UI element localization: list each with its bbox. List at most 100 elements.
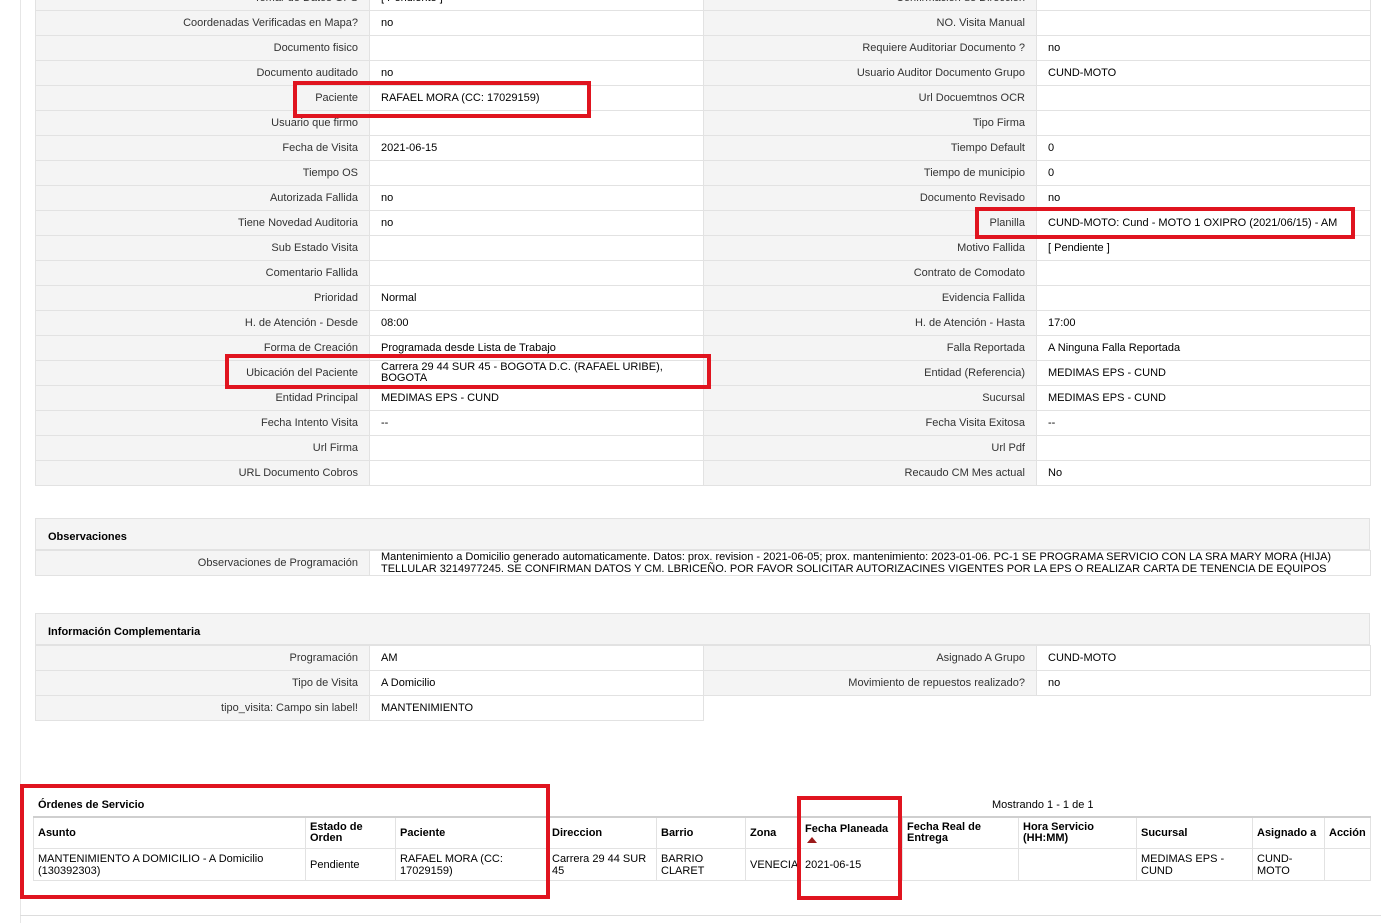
field-value: 0 bbox=[1036, 135, 1371, 161]
col-header-paciente[interactable]: Paciente bbox=[395, 816, 548, 849]
field-value bbox=[1036, 435, 1371, 461]
field-value: 0 bbox=[1036, 160, 1371, 186]
field-value bbox=[369, 260, 704, 286]
detail-row: Ubicación del Paciente Carrera 29 44 SUR … bbox=[35, 360, 1371, 386]
cell-fecha-planeada: 2021-06-15 bbox=[800, 848, 903, 881]
cell-hora bbox=[1018, 848, 1137, 881]
observaciones-title: Observaciones bbox=[35, 518, 1370, 550]
col-header-direccion[interactable]: Direccion bbox=[547, 816, 657, 849]
field-value bbox=[369, 460, 704, 486]
col-header-fecha-real[interactable]: Fecha Real de Entrega bbox=[902, 816, 1019, 849]
field-value: A Ninguna Falla Reportada bbox=[1036, 335, 1371, 361]
col-header-asignado[interactable]: Asignado a bbox=[1252, 816, 1325, 849]
field-label: H. de Atención - Hasta bbox=[703, 310, 1037, 336]
detail-row: Entidad Principal MEDIMAS EPS - CUND Sucur… bbox=[35, 385, 1371, 411]
field-label: Requiere Auditoriar Documento ? bbox=[703, 35, 1037, 61]
field-value bbox=[369, 35, 704, 61]
field-value bbox=[1036, 0, 1371, 11]
info-complementaria-title: Información Complementaria bbox=[35, 613, 1370, 645]
ordenes-title: Órdenes de Servicio bbox=[38, 799, 145, 811]
detail-row: Usuario que firmo Tipo Firma bbox=[35, 110, 1371, 136]
field-value bbox=[369, 235, 704, 261]
field-label: NO. Visita Manual bbox=[703, 10, 1037, 36]
detail-row: Fecha Intento Visita -- Fecha Visita Exito… bbox=[35, 410, 1371, 436]
field-label: tipo_visita: Campo sin label! bbox=[35, 695, 370, 721]
detail-row: Paciente RAFAEL MORA (CC: 17029159) Url Do… bbox=[35, 85, 1371, 111]
field-label: Entidad (Referencia) bbox=[703, 360, 1037, 386]
field-label: Url Docuemtnos OCR bbox=[703, 85, 1037, 111]
detail-row: Autorizada Fallida no Documento Revisado no bbox=[35, 185, 1371, 211]
bottom-divider bbox=[20, 915, 1381, 916]
col-header-barrio[interactable]: Barrio bbox=[656, 816, 746, 849]
field-value: CUND-MOTO bbox=[1036, 645, 1371, 671]
field-value: Programada desde Lista de Trabajo bbox=[369, 335, 704, 361]
visit-detail-table: Tomar de Datos GPS[ Pendiente ]Confirmac… bbox=[35, 0, 1371, 486]
info-complementaria-section: Información Complementaria Programación … bbox=[35, 613, 1371, 721]
detail-row: Tiempo OS Tiempo de municipio 0 bbox=[35, 160, 1371, 186]
field-value: MANTENIMIENTO bbox=[369, 695, 704, 721]
field-label: Usuario Auditor Documento Grupo bbox=[703, 60, 1037, 86]
field-label: Planilla bbox=[703, 210, 1037, 236]
col-header-asunto[interactable]: Asunto bbox=[33, 816, 306, 849]
cell-paciente: RAFAEL MORA (CC: 17029159) bbox=[395, 848, 548, 881]
table-row[interactable]: MANTENIMIENTO A DOMICILIO - A Domicilio … bbox=[33, 848, 1371, 881]
detail-row: Comentario Fallida Contrato de Comodato bbox=[35, 260, 1371, 286]
field-label: Tipo de Visita bbox=[35, 670, 370, 696]
field-value: A Domicilio bbox=[369, 670, 704, 696]
cell-fecha-real bbox=[902, 848, 1019, 881]
detail-row: H. de Atención - Desde 08:00 H. de Atenció… bbox=[35, 310, 1371, 336]
cell-asignado: CUND-MOTO bbox=[1252, 848, 1325, 881]
field-label: Forma de Creación bbox=[35, 335, 370, 361]
field-value: no bbox=[369, 185, 704, 211]
cell-zona: VENECIA bbox=[745, 848, 801, 881]
empty-cell bbox=[703, 695, 1037, 721]
field-value bbox=[369, 110, 704, 136]
col-header-hora[interactable]: Hora Servicio (HH:MM) bbox=[1018, 816, 1137, 849]
field-label: Fecha Intento Visita bbox=[35, 410, 370, 436]
col-header-estado[interactable]: Estado de Orden bbox=[305, 816, 396, 849]
cell-barrio: BARRIO CLARET bbox=[656, 848, 746, 881]
field-value bbox=[369, 435, 704, 461]
col-header-accion: Acción bbox=[1324, 816, 1371, 849]
field-value: no bbox=[1036, 185, 1371, 211]
field-label: Asignado A Grupo bbox=[703, 645, 1037, 671]
field-label: Ubicación del Paciente bbox=[35, 360, 370, 386]
detail-row: Documento fisico Requiere Auditoriar Docu… bbox=[35, 35, 1371, 61]
field-label: Autorizada Fallida bbox=[35, 185, 370, 211]
field-value: RAFAEL MORA (CC: 17029159) bbox=[369, 85, 704, 111]
observaciones-value: Mantenimiento a Domicilio generado autom… bbox=[369, 550, 1371, 576]
field-value: 08:00 bbox=[369, 310, 704, 336]
detail-row: Fecha de Visita 2021-06-15 Tiempo Default 0 bbox=[35, 135, 1371, 161]
cell-asunto[interactable]: MANTENIMIENTO A DOMICILIO - A Domicilio … bbox=[33, 848, 306, 881]
col-header-fecha-planeada[interactable]: Fecha Planeada bbox=[800, 816, 903, 849]
sort-asc-icon bbox=[807, 836, 817, 843]
field-label: Motivo Fallida bbox=[703, 235, 1037, 261]
col-header-sucursal[interactable]: Sucursal bbox=[1136, 816, 1253, 849]
field-label: Comentario Fallida bbox=[35, 260, 370, 286]
field-value: AM bbox=[369, 645, 704, 671]
observaciones-table: Observaciones de Programación Mantenimie… bbox=[35, 550, 1371, 576]
field-value: no bbox=[369, 60, 704, 86]
field-value: Carrera 29 44 SUR 45 - BOGOTA D.C. (RAFA… bbox=[369, 360, 704, 386]
field-label: Coordenadas Verificadas en Mapa? bbox=[35, 10, 370, 36]
field-value: Normal bbox=[369, 285, 704, 311]
field-value: MEDIMAS EPS - CUND bbox=[1036, 385, 1371, 411]
field-value: no bbox=[369, 210, 704, 236]
detail-row: Url Firma Url Pdf bbox=[35, 435, 1371, 461]
field-label: Paciente bbox=[35, 85, 370, 111]
col-header-zona[interactable]: Zona bbox=[745, 816, 801, 849]
field-label: Tiene Novedad Auditoria bbox=[35, 210, 370, 236]
field-label: H. de Atención - Desde bbox=[35, 310, 370, 336]
field-label: Documento auditado bbox=[35, 60, 370, 86]
frame-divider bbox=[20, 0, 21, 923]
field-value: No bbox=[1036, 460, 1371, 486]
field-label: Movimiento de repuestos realizado? bbox=[703, 670, 1037, 696]
field-label: Tipo Firma bbox=[703, 110, 1037, 136]
info-complementaria-table: Programación AM Asignado A Grupo CUND-MO… bbox=[35, 645, 1371, 721]
observaciones-label: Observaciones de Programación bbox=[35, 550, 370, 576]
field-value: 17:00 bbox=[1036, 310, 1371, 336]
field-value: -- bbox=[1036, 410, 1371, 436]
field-value: no bbox=[1036, 670, 1371, 696]
cell-accion[interactable] bbox=[1324, 848, 1371, 881]
field-value bbox=[1036, 10, 1371, 36]
